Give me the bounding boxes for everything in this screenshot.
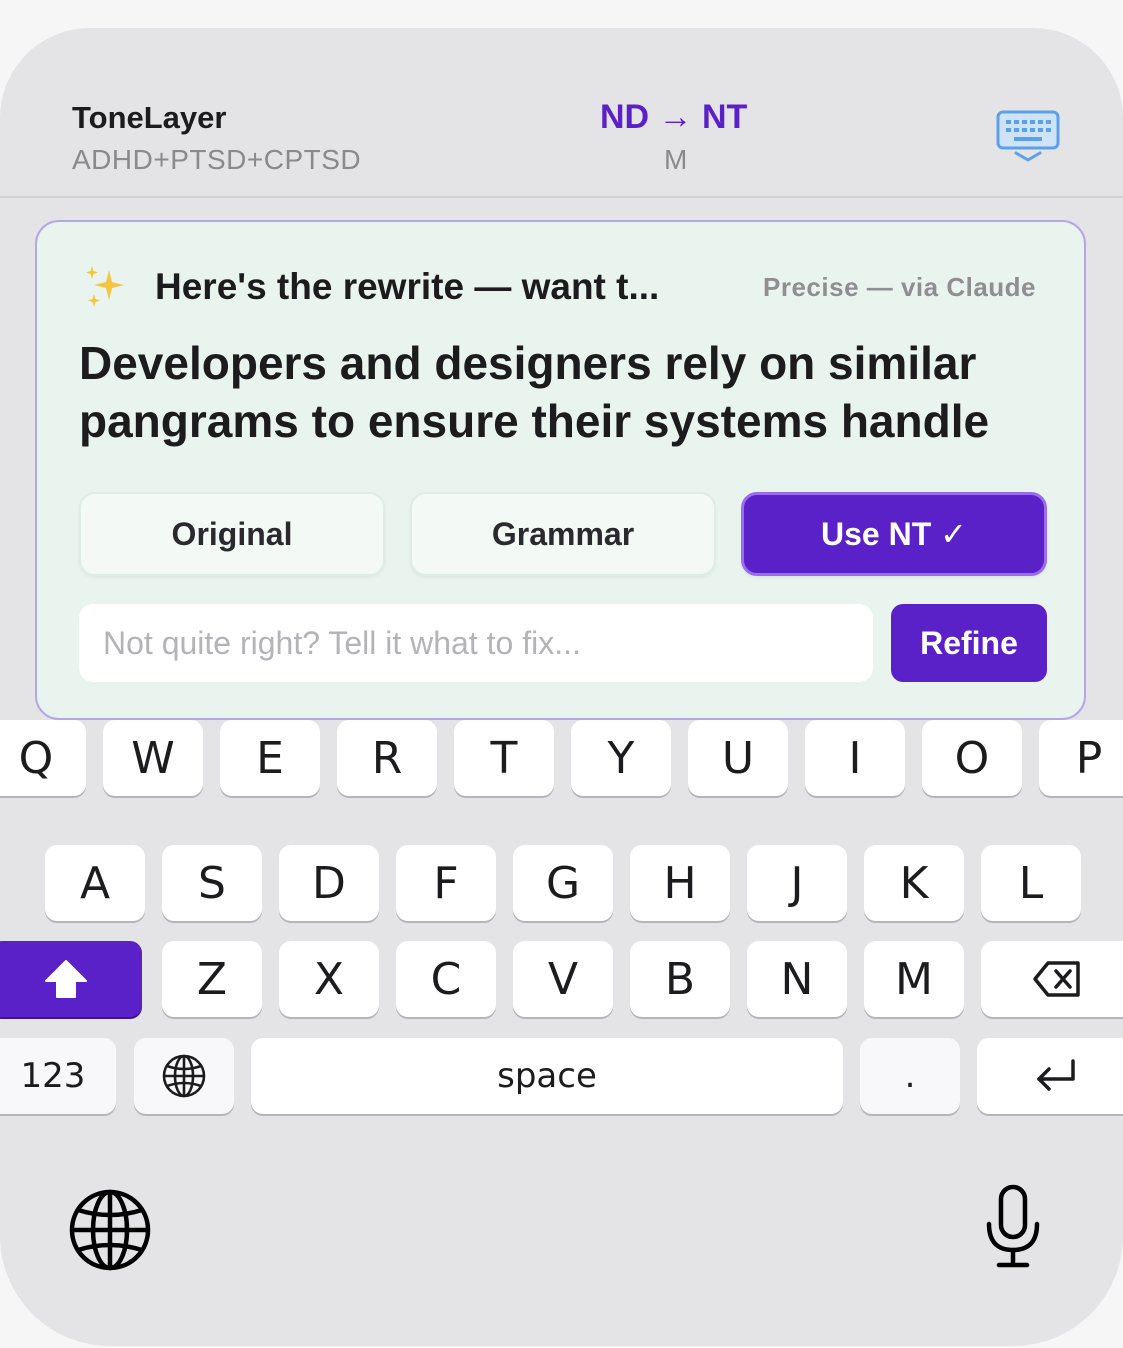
key-v[interactable]: V [513,941,613,1017]
return-key[interactable] [977,1038,1123,1114]
key-e[interactable]: E [220,720,320,796]
key-p[interactable]: P [1039,720,1123,796]
globe-key[interactable] [134,1038,234,1114]
key-t[interactable]: T [454,720,554,796]
keyboard-extension: ToneLayer ADHD+PTSD+CPTSD ND → NT M Here… [0,28,1123,1346]
microphone-icon[interactable] [984,1184,1042,1270]
key-z[interactable]: Z [162,941,262,1017]
key-y[interactable]: Y [571,720,671,796]
space-key[interactable]: space [251,1038,843,1114]
sparkles-icon [86,266,124,307]
key-c[interactable]: C [396,941,496,1017]
key-d[interactable]: D [279,845,379,921]
key-r[interactable]: R [337,720,437,796]
fix-instructions-input[interactable] [79,604,873,682]
rewrite-text: Developers and designers rely on similar… [79,337,990,447]
key-k[interactable]: K [864,845,964,921]
suggestion-meta: Precise — via Claude [763,272,1037,302]
grammar-button[interactable]: Grammar [410,492,716,576]
backspace-key[interactable] [981,941,1123,1017]
key-w[interactable]: W [103,720,203,796]
numbers-key[interactable]: 123 [0,1038,116,1114]
key-i[interactable]: I [805,720,905,796]
return-icon [1037,1059,1075,1091]
globe-icon [162,1054,206,1098]
key-a[interactable]: A [45,845,145,921]
key-b[interactable]: B [630,941,730,1017]
suggestion-title: Here's the rewrite — want t... [155,266,660,307]
key-s[interactable]: S [162,845,262,921]
key-o[interactable]: O [922,720,1022,796]
keyboard-icon[interactable] [996,110,1060,162]
key-q[interactable]: Q [0,720,86,796]
shift-icon [45,960,87,998]
backspace-icon [1033,961,1080,997]
keyboard-header: ToneLayer ADHD+PTSD+CPTSD ND → NT M [0,28,1123,198]
refine-button[interactable]: Refine [891,604,1047,682]
key-g[interactable]: G [513,845,613,921]
translation-mode[interactable]: ND → NT [600,98,747,137]
globe-icon[interactable] [68,1188,152,1272]
shift-key[interactable] [0,941,142,1017]
key-x[interactable]: X [279,941,379,1017]
use-nt-button[interactable]: Use NT ✓ [741,492,1047,576]
key-f[interactable]: F [396,845,496,921]
key-l[interactable]: L [981,845,1081,921]
rewrite-suggestion-card: Here's the rewrite — want t... Precise —… [35,220,1086,720]
app-title: ToneLayer [72,100,227,135]
key-h[interactable]: H [630,845,730,921]
key-m[interactable]: M [864,941,964,1017]
key-j[interactable]: J [747,845,847,921]
period-key[interactable]: . [860,1038,960,1114]
key-n[interactable]: N [747,941,847,1017]
profile-label: ADHD+PTSD+CPTSD [72,144,362,175]
mode-sub-label: M [664,144,688,175]
key-u[interactable]: U [688,720,788,796]
original-button[interactable]: Original [79,492,385,576]
